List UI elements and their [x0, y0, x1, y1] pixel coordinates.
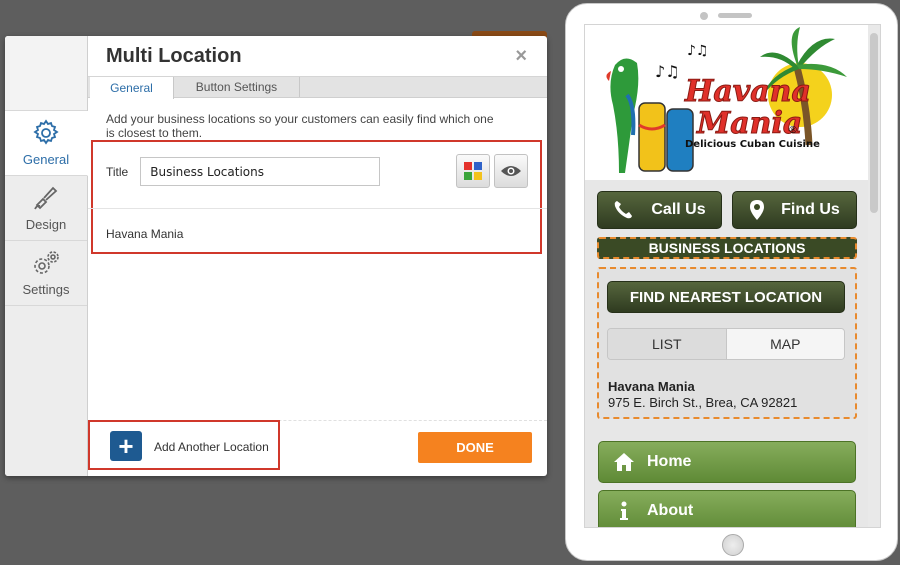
- sidebar-item-label: Settings: [22, 282, 70, 297]
- find-nearest-location-button[interactable]: FIND NEAREST LOCATION: [607, 281, 845, 313]
- sidebar-item-label: Design: [25, 217, 67, 232]
- nav-about-label: About: [647, 502, 694, 519]
- eye-icon: [501, 166, 521, 176]
- title-input[interactable]: [140, 157, 381, 186]
- phone-icon: [615, 201, 633, 219]
- phone-home-button: [722, 534, 744, 556]
- title-label: Title: [106, 164, 129, 179]
- location-item[interactable]: Havana Mania: [106, 227, 183, 241]
- nav-home-button[interactable]: Home: [598, 441, 856, 483]
- logo-line1: Havana: [684, 74, 811, 109]
- visibility-toggle-button[interactable]: [494, 154, 528, 188]
- description-text: Add your business locations so your cust…: [106, 112, 494, 140]
- svg-text:♪♫: ♪♫: [687, 43, 709, 59]
- info-icon: [620, 501, 628, 520]
- tab-button-settings[interactable]: Button Settings: [174, 77, 300, 97]
- dialog-title: Multi Location: [106, 44, 242, 67]
- sidebar-item-general[interactable]: General: [5, 111, 88, 176]
- phone-preview: ♪♫ ♪♫ Havana Mania ® Delicious Cuban Cui…: [565, 3, 898, 561]
- list-tab[interactable]: LIST: [608, 329, 727, 359]
- sidebar-item-design[interactable]: Design: [5, 176, 87, 241]
- logo-area: ♪♫ ♪♫ Havana Mania ® Delicious Cuban Cui…: [585, 25, 880, 180]
- editor-main: Multi Location × General Button Settings…: [88, 36, 547, 476]
- color-grid-icon: [464, 162, 482, 180]
- registered-mark: ®: [788, 125, 798, 136]
- divider: [88, 208, 547, 209]
- speaker-slot: [718, 13, 752, 18]
- preview-location-name[interactable]: Havana Mania: [608, 379, 695, 394]
- logo-line2: Mania: [696, 106, 802, 141]
- close-icon[interactable]: ×: [515, 45, 527, 68]
- map-tab[interactable]: MAP: [726, 329, 844, 359]
- editor-sidebar: General Design Settings: [5, 36, 88, 476]
- svg-text:♪♫: ♪♫: [655, 62, 680, 81]
- nav-home-label: Home: [647, 453, 692, 470]
- sidebar-item-label: General: [22, 152, 70, 167]
- title-row: Title: [106, 157, 381, 186]
- sidebar-item-settings[interactable]: Settings: [5, 241, 87, 306]
- paintbrush-icon: [34, 186, 58, 210]
- gears-icon: [34, 251, 59, 274]
- color-picker-button[interactable]: [456, 154, 490, 188]
- gear-icon: [33, 119, 59, 145]
- business-locations-header: BUSINESS LOCATIONS: [597, 237, 857, 259]
- call-us-label: Call Us: [651, 201, 706, 218]
- multi-location-dialog: General Design Settings Multi Location ×…: [5, 36, 547, 476]
- camera-dot: [700, 12, 708, 20]
- tab-general[interactable]: General: [90, 77, 174, 99]
- find-us-label: Find Us: [781, 201, 840, 218]
- add-location-button[interactable]: +: [110, 431, 142, 461]
- dialog-header: Multi Location ×: [88, 36, 547, 76]
- plus-icon: +: [118, 431, 134, 461]
- havana-mania-logo: ♪♫ ♪♫ Havana Mania ® Delicious Cuban Cui…: [606, 27, 847, 173]
- preview-scrollbar[interactable]: [868, 25, 880, 527]
- done-button[interactable]: DONE: [418, 432, 532, 463]
- add-location-label[interactable]: Add Another Location: [154, 440, 269, 454]
- list-map-toggle: LIST MAP: [607, 328, 845, 360]
- tab-bar: General Button Settings: [88, 76, 547, 99]
- map-pin-icon: [750, 200, 765, 220]
- home-icon: [614, 453, 634, 471]
- preview-screen: ♪♫ ♪♫ Havana Mania ® Delicious Cuban Cui…: [584, 24, 881, 528]
- scrollbar-thumb[interactable]: [870, 33, 878, 213]
- logo-tagline: Delicious Cuban Cuisine: [685, 139, 820, 150]
- call-us-button[interactable]: Call Us: [597, 191, 722, 229]
- nav-about-button[interactable]: About: [598, 490, 856, 527]
- preview-location-address: 975 E. Birch St., Brea, CA 92821: [608, 395, 798, 410]
- find-us-button[interactable]: Find Us: [732, 191, 857, 229]
